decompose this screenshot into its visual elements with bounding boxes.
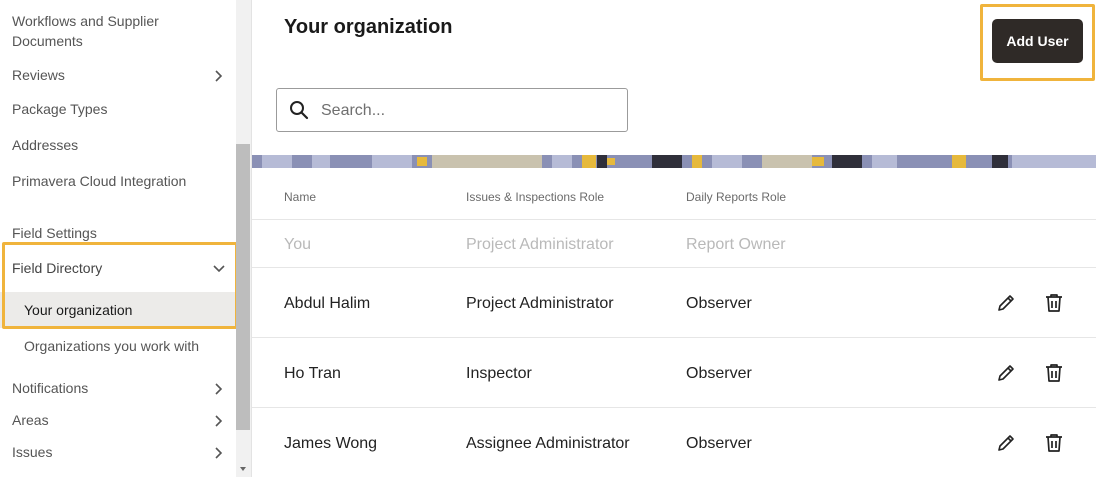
issues-role: Project Administrator: [466, 236, 614, 253]
trash-icon[interactable]: [1043, 362, 1065, 384]
reports-role: Observer: [686, 365, 752, 382]
reports-role: Observer: [686, 435, 752, 452]
page-title: Your organization: [284, 16, 453, 38]
row-divider: [252, 407, 1096, 408]
chevron-right-icon[interactable]: [212, 382, 226, 396]
sidebar-item-label: Field Settings: [12, 225, 97, 241]
sidebar-divider: [251, 0, 252, 477]
sidebar-item-addresses[interactable]: Addresses: [12, 135, 78, 155]
chevron-right-icon[interactable]: [212, 414, 226, 428]
sidebar-item-reviews[interactable]: Reviews: [12, 65, 232, 85]
row-divider: [252, 337, 1096, 338]
sidebar-item-label: Reviews: [12, 67, 65, 83]
field-directory-highlight: [2, 242, 236, 329]
issues-role: Project Administrator: [466, 295, 614, 312]
pencil-icon[interactable]: [995, 362, 1017, 384]
search-icon: [289, 100, 309, 120]
decorative-banner: [252, 155, 1096, 168]
sidebar-item-issues[interactable]: Issues: [12, 442, 52, 462]
header-divider: [252, 219, 1096, 220]
sidebar-item-label: Workflows and Supplier Documents: [12, 13, 159, 49]
sidebar-item-label: Organizations you work with: [24, 338, 200, 354]
chevron-right-icon[interactable]: [212, 446, 226, 460]
search-input[interactable]: [321, 101, 611, 121]
sidebar-item-areas[interactable]: Areas: [12, 410, 49, 430]
pencil-icon[interactable]: [995, 432, 1017, 454]
user-name: You: [284, 236, 311, 253]
sidebar-item-label: Package Types: [12, 101, 108, 117]
column-header-issues-role: Issues & Inspections Role: [466, 190, 605, 204]
sidebar-item-organizations-you-work-with[interactable]: Organizations you work with: [24, 336, 199, 356]
column-header-reports-role: Daily Reports Role: [686, 190, 787, 204]
settings-sidebar: Workflows and Supplier Documents Reviews…: [0, 0, 236, 477]
search-box[interactable]: [276, 88, 628, 132]
sidebar-item-primavera[interactable]: Primavera Cloud Integration: [12, 171, 186, 191]
scroll-down-arrow-icon[interactable]: [237, 462, 249, 474]
trash-icon[interactable]: [1043, 432, 1065, 454]
user-name: James Wong: [284, 435, 378, 452]
sidebar-item-label: Primavera Cloud Integration: [12, 173, 187, 189]
issues-role: Assignee Administrator: [466, 435, 630, 452]
sidebar-item-workflows[interactable]: Workflows and Supplier Documents: [12, 11, 212, 51]
column-header-name: Name: [284, 190, 317, 204]
sidebar-item-field-settings[interactable]: Field Settings: [12, 223, 97, 243]
reports-role: Report Owner: [686, 236, 786, 253]
trash-icon[interactable]: [1043, 292, 1065, 314]
user-name: Abdul Halim: [284, 295, 371, 312]
sidebar-item-label: Areas: [12, 412, 49, 428]
sidebar-item-notifications[interactable]: Notifications: [12, 378, 88, 398]
user-name: Ho Tran: [284, 365, 341, 382]
add-user-button[interactable]: Add User: [992, 19, 1083, 63]
pencil-icon[interactable]: [995, 292, 1017, 314]
issues-role: Inspector: [466, 365, 532, 382]
sidebar-item-label: Issues: [12, 444, 53, 460]
sidebar-item-label: Notifications: [12, 380, 89, 396]
sidebar-item-package-types[interactable]: Package Types: [12, 99, 107, 119]
scrollbar-thumb[interactable]: [236, 144, 250, 430]
row-divider: [252, 267, 1096, 268]
reports-role: Observer: [686, 295, 752, 312]
sidebar-item-label: Addresses: [12, 137, 79, 153]
chevron-right-icon[interactable]: [212, 69, 226, 83]
